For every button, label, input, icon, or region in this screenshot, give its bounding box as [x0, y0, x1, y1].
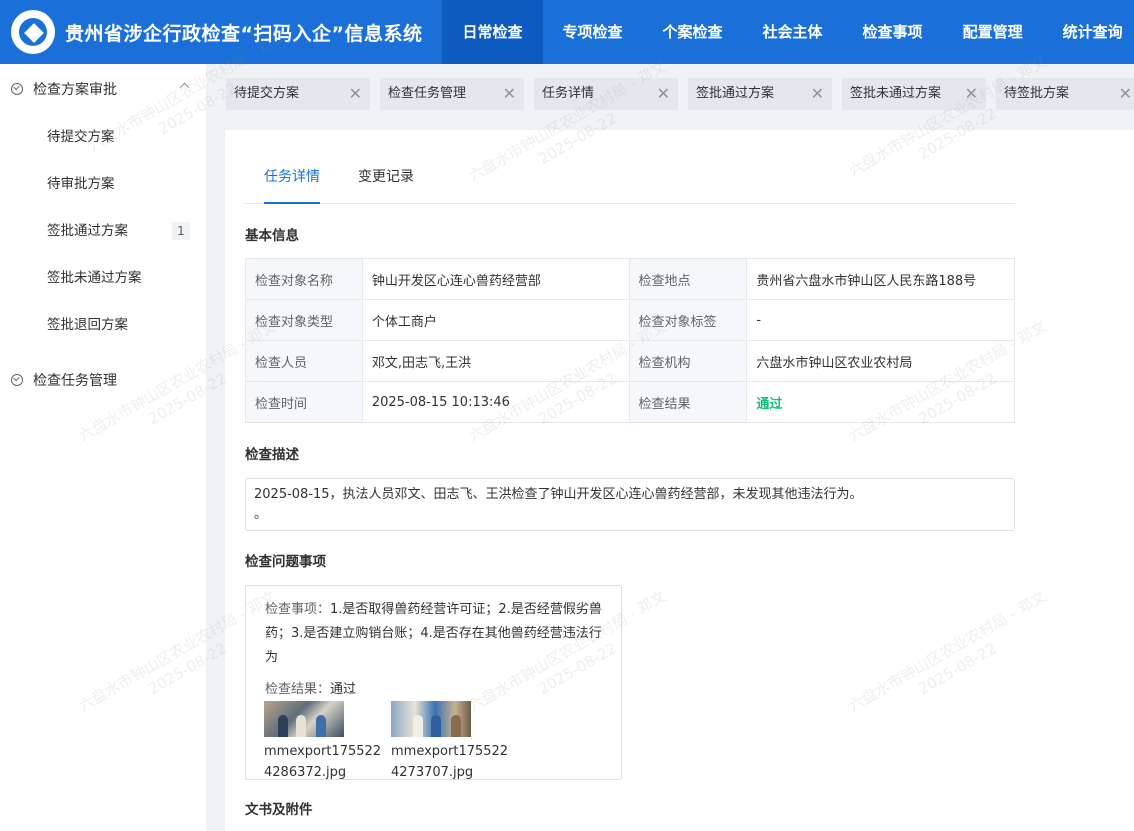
nav-social-entity[interactable]: 社会主体 — [743, 0, 843, 64]
field-value: 个体工商户 — [361, 299, 630, 341]
table-row: 检查对象名称 钟山开发区心连心兽药经营部 检查地点 贵州省六盘水市钟山区人民东路… — [245, 258, 1015, 300]
top-nav: 日常检查 专项检查 个案检查 社会主体 检查事项 配置管理 统计查询 — [442, 0, 1134, 64]
sidebar-group-label: 检查方案审批 — [33, 82, 117, 98]
section-title-attachments: 文书及附件 — [245, 802, 313, 818]
top-header: 贵州省涉企行政检查“扫码入企”信息系统 日常检查 专项检查 个案检查 社会主体 … — [0, 0, 1134, 64]
nav-config[interactable]: 配置管理 — [943, 0, 1043, 64]
issue-result-value: 通过 — [330, 682, 357, 697]
field-label: 检查对象名称 — [245, 258, 363, 300]
sidebar-item-label: 签批通过方案 — [47, 223, 128, 239]
issue-result-label: 检查结果： — [265, 682, 331, 697]
close-icon[interactable]: ✕ — [503, 78, 516, 110]
field-value: 钟山开发区心连心兽药经营部 — [361, 258, 630, 300]
sidebar-group-label: 检查任务管理 — [33, 373, 117, 389]
field-label: 检查结果 — [628, 381, 748, 423]
sidebar-group-plan-approval[interactable]: 检查方案审批 — [0, 64, 206, 114]
photo-attachment[interactable]: mmexport1755224286372.jpg — [264, 701, 384, 783]
sidebar-item-pending-approval[interactable]: 待审批方案 — [0, 161, 206, 208]
issue-result: 检查结果：通过 — [265, 678, 602, 697]
main-panel: 任务详情 变更记录 基本信息 检查对象名称 钟山开发区心连心兽药经营部 检查地点… — [225, 130, 1134, 831]
sidebar-item-pending-submit[interactable]: 待提交方案 — [0, 114, 206, 161]
table-row: 检查人员 邓文,田志飞,王洪 检查机构 六盘水市钟山区农业农村局 — [245, 340, 1015, 382]
photo-thumbnail[interactable] — [264, 701, 344, 737]
sidebar: 检查方案审批 待提交方案 待审批方案 签批通过方案 1 签批未通过方案 签批退回… — [0, 64, 206, 831]
close-icon[interactable]: ✕ — [1119, 78, 1132, 110]
nav-statistics[interactable]: 统计查询 — [1043, 0, 1134, 64]
issue-card: 检查事项：1.是否取得兽药经营许可证；2.是否经营假劣兽药；3.是否建立购销台账… — [245, 585, 622, 780]
close-icon[interactable]: ✕ — [811, 78, 824, 110]
issue-items-label: 检查事项： — [265, 602, 331, 617]
shield-check-icon — [11, 83, 23, 95]
tab-approved-plans[interactable]: 签批通过方案 ✕ — [688, 78, 832, 110]
field-value: 邓文,田志飞,王洪 — [361, 340, 630, 382]
section-title-basic-info: 基本信息 — [245, 228, 299, 244]
section-title-issues: 检查问题事项 — [245, 554, 326, 570]
photo-list: mmexport1755224286372.jpg mmexport175522… — [264, 701, 602, 783]
subtab-change-history[interactable]: 变更记录 — [358, 155, 414, 204]
table-row: 检查对象类型 个体工商户 检查对象标签 - — [245, 299, 1015, 341]
chevron-up-icon[interactable] — [179, 82, 190, 93]
field-value: 2025-08-15 10:13:46 — [361, 381, 630, 423]
description-box: 2025-08-15，执法人员邓文、田志飞、王洪检查了钟山开发区心连心兽药经营部… — [245, 478, 1015, 531]
detail-subtabs: 任务详情 变更记录 — [245, 155, 1015, 204]
tab-pending-sign[interactable]: 待签批方案 ✕ — [996, 78, 1134, 110]
close-icon[interactable]: ✕ — [657, 78, 670, 110]
tab-label: 任务详情 — [542, 86, 595, 101]
tab-rejected-plans[interactable]: 签批未通过方案 ✕ — [842, 78, 986, 110]
description-text-tail: 。 — [254, 507, 268, 522]
section-title-description: 检查描述 — [245, 447, 299, 463]
count-badge: 1 — [172, 222, 190, 240]
photo-filename[interactable]: mmexport1755224273707.jpg — [391, 741, 511, 783]
field-value: - — [746, 299, 1015, 341]
field-label: 检查人员 — [245, 340, 363, 382]
sidebar-item-approved[interactable]: 签批通过方案 1 — [0, 208, 206, 255]
close-icon[interactable]: ✕ — [965, 78, 978, 110]
sidebar-item-rejected[interactable]: 签批未通过方案 — [0, 255, 206, 302]
field-label: 检查机构 — [628, 340, 748, 382]
field-label: 检查对象类型 — [245, 299, 363, 341]
subtab-task-detail[interactable]: 任务详情 — [264, 155, 320, 204]
open-tabs-bar: 待提交方案 ✕ 检查任务管理 ✕ 任务详情 ✕ 签批通过方案 ✕ 签批未通过方案 ✕ 待签… — [206, 64, 1134, 130]
table-row: 检查时间 2025-08-15 10:13:46 检查结果 通过 — [245, 381, 1015, 423]
tab-task-detail[interactable]: 任务详情 ✕ — [534, 78, 678, 110]
tab-label: 待签批方案 — [1004, 86, 1070, 101]
shield-check-icon — [11, 374, 23, 386]
tab-label: 待提交方案 — [234, 86, 300, 101]
field-value: 贵州省六盘水市钟山区人民东路188号 — [746, 258, 1015, 300]
field-value: 六盘水市钟山区农业农村局 — [746, 340, 1015, 382]
tab-pending-submit[interactable]: 待提交方案 ✕ — [226, 78, 370, 110]
close-icon[interactable]: ✕ — [349, 78, 362, 110]
nav-daily-check[interactable]: 日常检查 — [442, 0, 543, 64]
nav-check-items[interactable]: 检查事项 — [843, 0, 943, 64]
nav-special-check[interactable]: 专项检查 — [543, 0, 643, 64]
photo-filename[interactable]: mmexport1755224286372.jpg — [264, 741, 384, 783]
issue-items: 检查事项：1.是否取得兽药经营许可证；2.是否经营假劣兽药；3.是否建立购销台账… — [265, 598, 602, 670]
nav-case-check[interactable]: 个案检查 — [643, 0, 743, 64]
field-label: 检查地点 — [628, 258, 748, 300]
photo-thumbnail[interactable] — [391, 701, 471, 737]
app-title: 贵州省涉企行政检查“扫码入企”信息系统 — [65, 22, 423, 45]
description-text: 2025-08-15，执法人员邓文、田志飞、王洪检查了钟山开发区心连心兽药经营部… — [254, 487, 863, 502]
sidebar-group-task-management[interactable]: 检查任务管理 — [0, 355, 206, 405]
check-result-status: 通过 — [746, 381, 1015, 423]
tab-label: 检查任务管理 — [388, 86, 467, 101]
app-logo-icon — [11, 10, 55, 54]
field-label: 检查时间 — [245, 381, 363, 423]
sidebar-item-returned[interactable]: 签批退回方案 — [0, 302, 206, 349]
tab-label: 签批未通过方案 — [850, 86, 942, 101]
tab-task-management[interactable]: 检查任务管理 ✕ — [380, 78, 524, 110]
field-label: 检查对象标签 — [628, 299, 748, 341]
photo-attachment[interactable]: mmexport1755224273707.jpg — [391, 701, 511, 783]
tab-label: 签批通过方案 — [696, 86, 775, 101]
basic-info-table: 检查对象名称 钟山开发区心连心兽药经营部 检查地点 贵州省六盘水市钟山区人民东路… — [245, 258, 1015, 423]
